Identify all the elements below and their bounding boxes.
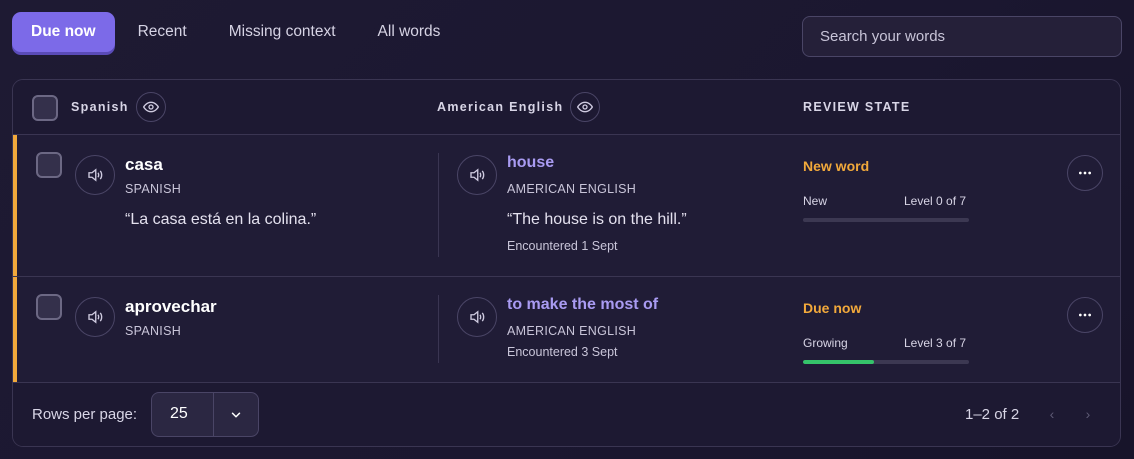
toggle-source-visibility-button[interactable] (136, 92, 166, 122)
due-accent-bar (13, 135, 17, 276)
rows-per-page-select[interactable]: 25 (151, 392, 259, 437)
translation-word: house (507, 154, 555, 171)
translation-word: to make the most of (507, 296, 659, 313)
row-more-button[interactable] (1067, 155, 1103, 191)
review-progress-bar (803, 218, 969, 222)
review-stage: Growing (803, 336, 848, 350)
play-source-audio-button[interactable] (75, 155, 115, 195)
due-accent-bar (13, 277, 17, 382)
search-input[interactable] (820, 28, 1104, 45)
review-state: New word (803, 158, 870, 174)
column-divider (438, 295, 439, 363)
table-header: Spanish American English REVIEW STATE (13, 80, 1120, 135)
review-stage: New (803, 194, 828, 208)
header-review-state: REVIEW STATE (803, 100, 911, 114)
more-horizontal-icon (1079, 171, 1091, 175)
table-row: aprovechar SPANISH to make the most of A… (13, 277, 1120, 383)
review-progress-bar (803, 360, 969, 364)
table-row: casa SPANISH “La casa está en la colina.… (13, 135, 1120, 277)
row-more-button[interactable] (1067, 297, 1103, 333)
filter-tabs: Due now Recent Missing context All words (12, 12, 463, 52)
tab-all-words[interactable]: All words (359, 12, 460, 52)
search-box (802, 16, 1122, 57)
source-language-label: SPANISH (125, 324, 182, 338)
eye-icon (577, 101, 593, 113)
play-target-audio-button[interactable] (457, 155, 497, 195)
header-source-language: Spanish (71, 100, 129, 114)
rows-per-page-label: Rows per page: (32, 406, 138, 423)
tab-missing-context[interactable]: Missing context (210, 12, 355, 52)
review-level: Level 3 of 7 (904, 336, 967, 350)
toggle-target-visibility-button[interactable] (570, 92, 600, 122)
speaker-icon (88, 168, 103, 182)
source-word: casa (125, 155, 163, 174)
source-language-label: SPANISH (125, 182, 182, 196)
play-target-audio-button[interactable] (457, 297, 497, 337)
source-example: “La casa está en la colina.” (125, 211, 317, 228)
select-all-checkbox[interactable] (32, 95, 58, 121)
next-page-button[interactable]: › (1076, 402, 1100, 426)
review-level: Level 0 of 7 (904, 194, 967, 208)
row-checkbox[interactable] (36, 152, 62, 178)
rows-per-page-value: 25 (170, 405, 188, 422)
encountered-date: Encountered 3 Sept (507, 345, 618, 359)
review-state: Due now (803, 300, 862, 316)
pagination-range: 1–2 of 2 (965, 406, 1020, 423)
previous-page-button[interactable]: ‹ (1040, 402, 1064, 426)
target-language-label: AMERICAN ENGLISH (507, 182, 637, 196)
speaker-icon (88, 310, 103, 324)
tab-due-now[interactable]: Due now (12, 12, 115, 52)
eye-icon (143, 101, 159, 113)
more-horizontal-icon (1079, 313, 1091, 317)
words-table: Spanish American English REVIEW STATE ca… (12, 79, 1121, 447)
encountered-date: Encountered 1 Sept (507, 239, 618, 253)
source-word: aprovechar (125, 297, 217, 316)
header-target-language: American English (437, 100, 564, 114)
column-divider (438, 153, 439, 257)
target-language-label: AMERICAN ENGLISH (507, 324, 637, 338)
speaker-icon (470, 310, 485, 324)
review-progress-fill (803, 360, 875, 364)
play-source-audio-button[interactable] (75, 297, 115, 337)
row-checkbox[interactable] (36, 294, 62, 320)
tab-recent[interactable]: Recent (119, 12, 206, 52)
speaker-icon (470, 168, 485, 182)
chevron-down-icon (231, 411, 241, 418)
chevron-down-button[interactable] (213, 393, 259, 436)
translation-example: “The house is on the hill.” (507, 211, 687, 228)
